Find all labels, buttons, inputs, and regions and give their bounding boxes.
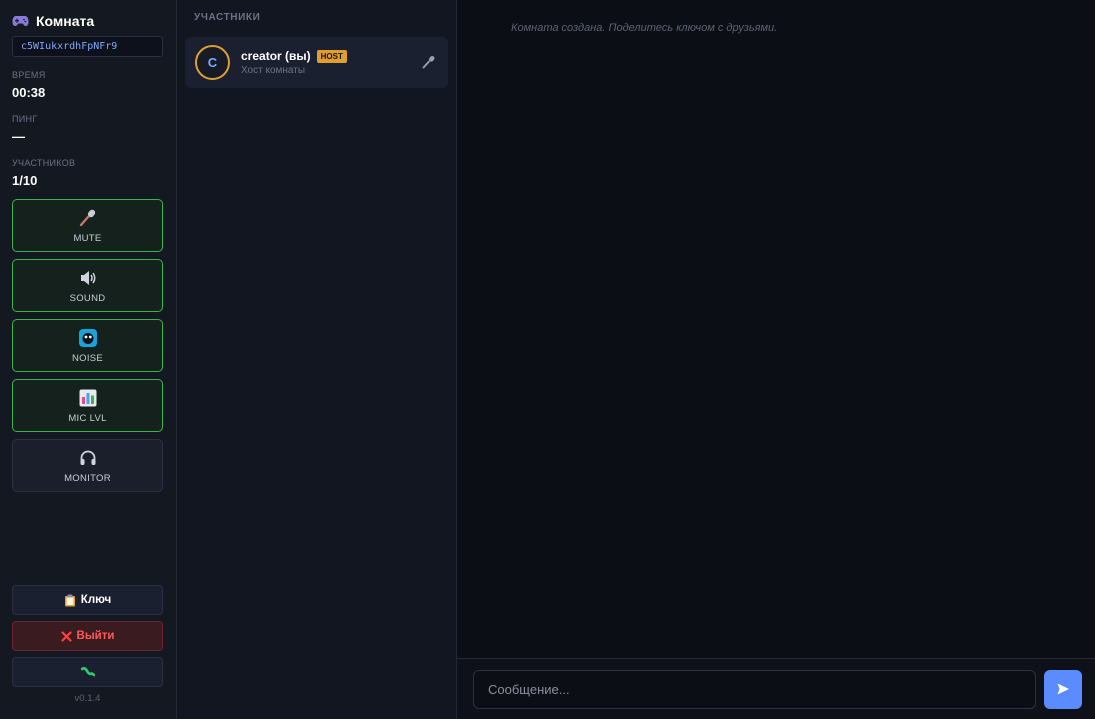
stat-time: Время 00:38 (12, 70, 164, 101)
exit-button[interactable]: Выйти (12, 621, 163, 651)
copy-key-button[interactable]: Ключ (12, 585, 163, 615)
participants-panel: УЧАСТНИКИ C creator (вы) HOST Хост комна… (177, 0, 457, 719)
stat-time-label: Время (12, 70, 46, 80)
stat-ping: Пинг — (12, 114, 164, 145)
message-input[interactable] (473, 669, 1036, 709)
sound-button[interactable]: SOUND (12, 259, 163, 312)
mic-level-button[interactable]: MIC LVL (12, 379, 163, 432)
send-button[interactable] (1044, 669, 1082, 709)
monitor-label: MONITOR (64, 472, 111, 484)
close-icon (60, 630, 72, 642)
room-title: Комната (36, 13, 95, 29)
participant-name: creator (вы) (241, 49, 311, 63)
system-message: Комната создана. Поделитесь ключом с дру… (511, 22, 778, 34)
monitor-button[interactable]: MONITOR (12, 439, 163, 492)
sound-label: SOUND (69, 292, 106, 304)
stat-time-value: 00:38 (12, 85, 46, 100)
sidebar-bottom: Ключ Выйти v0.1.4 (12, 585, 163, 719)
microphone-icon (78, 208, 98, 228)
connection-button[interactable] (12, 657, 163, 687)
noise-filter-icon (78, 328, 98, 348)
stat-participants-value: 1/10 (12, 173, 38, 188)
wave-icon (80, 667, 95, 677)
participant-info: creator (вы) HOST Хост комнаты (241, 49, 347, 76)
app-version: v0.1.4 (74, 693, 101, 704)
mute-label: MUTE (73, 232, 102, 244)
room-header: Комната (12, 12, 164, 30)
mute-button[interactable]: MUTE (12, 199, 163, 252)
clipboard-icon (64, 594, 75, 606)
participant-card[interactable]: C creator (вы) HOST Хост комнаты (185, 37, 448, 88)
app-root: Комната c5WIukxrdhFpNFr9 Время 00:38 Пин… (0, 0, 1095, 719)
noise-button[interactable]: NOISE (12, 319, 163, 372)
noise-label: NOISE (71, 352, 104, 364)
speaker-icon (78, 268, 98, 288)
chat-area: Комната создана. Поделитесь ключом с дру… (457, 0, 1095, 719)
stat-ping-label: Пинг (12, 114, 38, 124)
sidebar: Комната c5WIukxrdhFpNFr9 Время 00:38 Пин… (0, 0, 177, 719)
audio-controls: MUTE SOUND NOISE MIC LVL MONITOR (12, 199, 164, 492)
headphones-icon (78, 448, 98, 468)
send-icon (1057, 683, 1069, 695)
stat-ping-value: — (12, 129, 25, 144)
participant-name-row: creator (вы) HOST (241, 49, 347, 63)
copy-key-label: Ключ (80, 594, 112, 606)
stat-participants: Участников 1/10 (12, 158, 164, 189)
chat-input-bar (457, 658, 1095, 719)
microphone-icon (422, 55, 435, 69)
room-key[interactable]: c5WIukxrdhFpNFr9 (12, 36, 163, 57)
bar-chart-icon (78, 388, 98, 408)
exit-label: Выйти (76, 630, 115, 642)
stat-participants-label: Участников (12, 158, 76, 168)
participants-title: УЧАСТНИКИ (194, 12, 261, 23)
host-badge: HOST (316, 49, 347, 63)
participant-role: Хост комнаты (241, 65, 306, 76)
mic-level-label: MIC LVL (68, 412, 107, 424)
gamepad-icon (12, 16, 29, 26)
avatar: C (195, 45, 230, 80)
